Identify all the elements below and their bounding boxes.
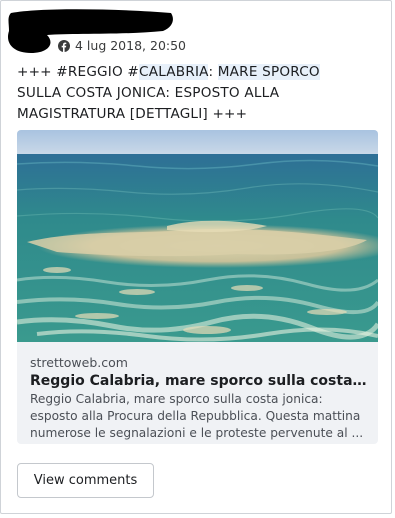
link-preview[interactable]: strettoweb.com Reggio Calabria, mare spo…: [17, 130, 378, 444]
link-domain[interactable]: strettoweb.com: [30, 355, 128, 370]
facebook-icon: [58, 39, 70, 52]
post-text-part: SULLA COSTA JONICA: ESPOSTO ALLA MAGISTR…: [17, 85, 280, 122]
post-text: +++ #REGGIO #CALABRIA: MARE SPORCO SULLA…: [17, 62, 367, 125]
post-meta: 4 lug 2018, 20:50: [58, 38, 186, 53]
post-text-part: :: [208, 64, 218, 80]
link-image[interactable]: [17, 130, 378, 342]
link-title[interactable]: Reggio Calabria, mare sporco sulla costa…: [30, 373, 370, 389]
post-text-part: +++ #REGGIO #: [17, 64, 140, 80]
view-comments-button[interactable]: View comments: [17, 463, 154, 498]
post-card: 4 lug 2018, 20:50 +++ #REGGIO #CALABRIA:…: [0, 0, 392, 514]
highlight-calabria: CALABRIA: [139, 64, 209, 80]
post-timestamp[interactable]: 4 lug 2018, 20:50: [75, 38, 186, 53]
highlight-mare-sporco: MARE SPORCO: [217, 64, 320, 80]
link-description[interactable]: Reggio Calabria, mare sporco sulla costa…: [30, 391, 370, 442]
